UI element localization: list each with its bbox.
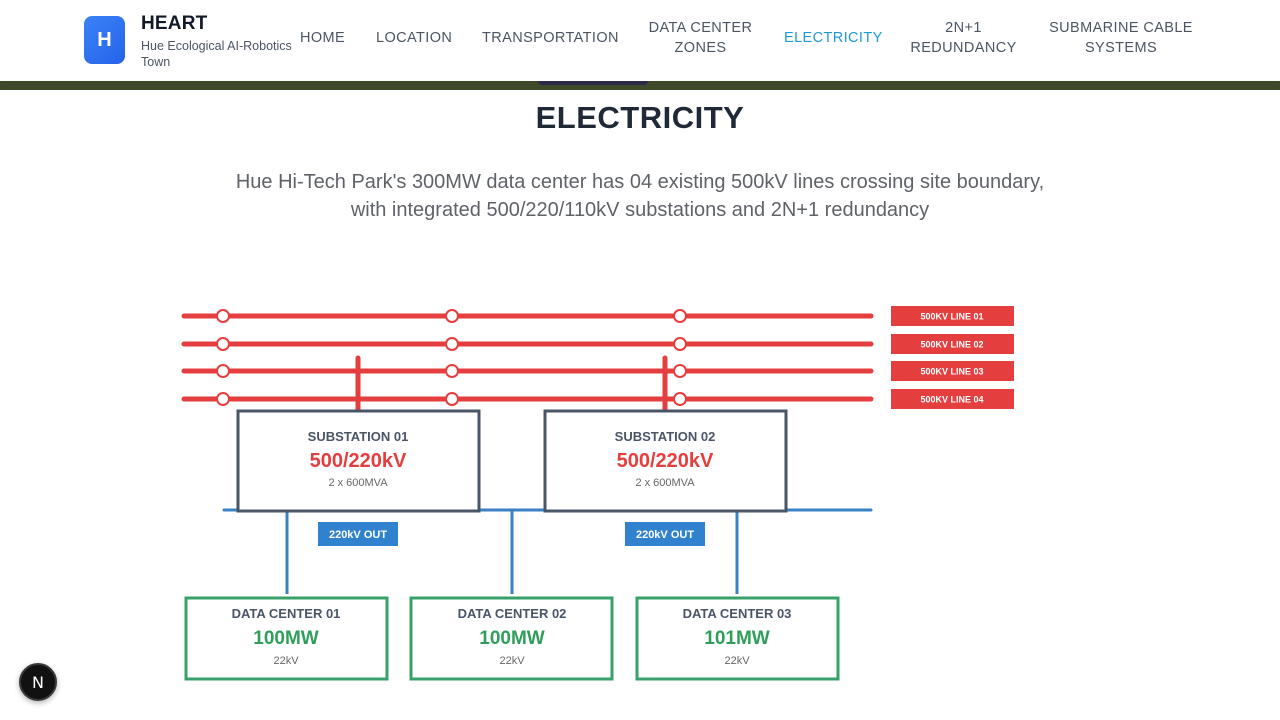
tower-node <box>216 337 230 351</box>
hv-lines-group <box>181 313 874 402</box>
data-center-01-power: 100MW <box>253 628 319 649</box>
nav-data-center-zones-line2: ZONES <box>674 40 727 56</box>
nav-submarine-cable[interactable]: SUBMARINE CABLE SYSTEMS <box>1046 18 1196 58</box>
nav-submarine-cable-line2: SYSTEMS <box>1084 40 1158 56</box>
substation-01-name: SUBSTATION 01 <box>308 429 409 444</box>
line-label-04: 500KV LINE 04 <box>920 395 983 405</box>
tower-node <box>445 392 459 406</box>
tower-node <box>445 337 459 351</box>
data-center-03-name: DATA CENTER 03 <box>683 606 792 621</box>
data-center-01-name: DATA CENTER 01 <box>232 606 341 621</box>
data-center-02-name: DATA CENTER 02 <box>458 606 567 621</box>
substation-02-capacity: 2 x 600MVA <box>635 477 695 489</box>
out-badge-02: 220kV OUT <box>636 529 694 541</box>
tower-node <box>216 309 230 323</box>
data-center-03-voltage: 22kV <box>724 655 750 667</box>
brand-title[interactable]: HEART <box>141 13 207 35</box>
tower-node <box>216 392 230 406</box>
nav-submarine-cable-line1: SUBMARINE CABLE <box>1049 20 1193 36</box>
nav-electricity[interactable]: ELECTRICITY <box>784 28 883 48</box>
tower-node <box>445 309 459 323</box>
top-navbar: H HEART Hue Ecological AI-Robotics Town … <box>0 0 1280 81</box>
logo-icon[interactable]: H <box>84 16 125 64</box>
substation-02-voltage: 500/220kV <box>617 450 714 472</box>
data-center-03-power: 101MW <box>704 628 770 649</box>
brand-subtitle: Hue Ecological AI-Robotics Town <box>141 39 292 69</box>
tower-node <box>673 337 687 351</box>
data-center-02: DATA CENTER 02 100MW 22kV <box>409 596 614 681</box>
tower-node <box>216 364 230 378</box>
tower-node <box>673 364 687 378</box>
substation-01-voltage: 500/220kV <box>310 450 407 472</box>
data-center-01-voltage: 22kV <box>273 655 299 667</box>
power-diagram: 500KV LINE 01 500KV LINE 02 500KV LINE 0… <box>181 306 1014 681</box>
line-label-02: 500KV LINE 02 <box>920 340 983 350</box>
out-badge-01: 220kV OUT <box>329 529 387 541</box>
tower-node <box>673 309 687 323</box>
nav-redundancy-line2: REDUNDANCY <box>910 40 1017 56</box>
data-center-02-power: 100MW <box>479 628 545 649</box>
data-center-01: DATA CENTER 01 100MW 22kV <box>184 596 389 681</box>
substation-01: SUBSTATION 01 500/220kV 2 x 600MVA <box>236 409 481 513</box>
substation-02: SUBSTATION 02 500/220kV 2 x 600MVA <box>543 409 788 513</box>
nav-redundancy-line1: 2N+1 <box>945 20 982 36</box>
nav-transportation[interactable]: TRANSPORTATION <box>482 28 619 48</box>
substation-02-name: SUBSTATION 02 <box>615 429 716 444</box>
line-label-01: 500KV LINE 01 <box>920 312 983 322</box>
nav-data-center-zones-line1: DATA CENTER <box>648 20 753 36</box>
nav-location[interactable]: LOCATION <box>376 28 452 48</box>
nav-home[interactable]: HOME <box>300 28 345 48</box>
tower-nodes <box>216 309 687 406</box>
tower-node <box>673 392 687 406</box>
line-labels: 500KV LINE 01 500KV LINE 02 500KV LINE 0… <box>891 306 1014 409</box>
tower-node <box>445 364 459 378</box>
line-label-03: 500KV LINE 03 <box>920 367 983 377</box>
substation-01-capacity: 2 x 600MVA <box>328 477 388 489</box>
data-center-02-voltage: 22kV <box>499 655 525 667</box>
nav-redundancy[interactable]: 2N+1 REDUNDANCY <box>903 18 1024 58</box>
nav-data-center-zones[interactable]: DATA CENTER ZONES <box>640 18 761 58</box>
nextjs-devtools-button[interactable]: N <box>19 663 57 701</box>
data-center-03: DATA CENTER 03 101MW 22kV <box>635 596 840 681</box>
